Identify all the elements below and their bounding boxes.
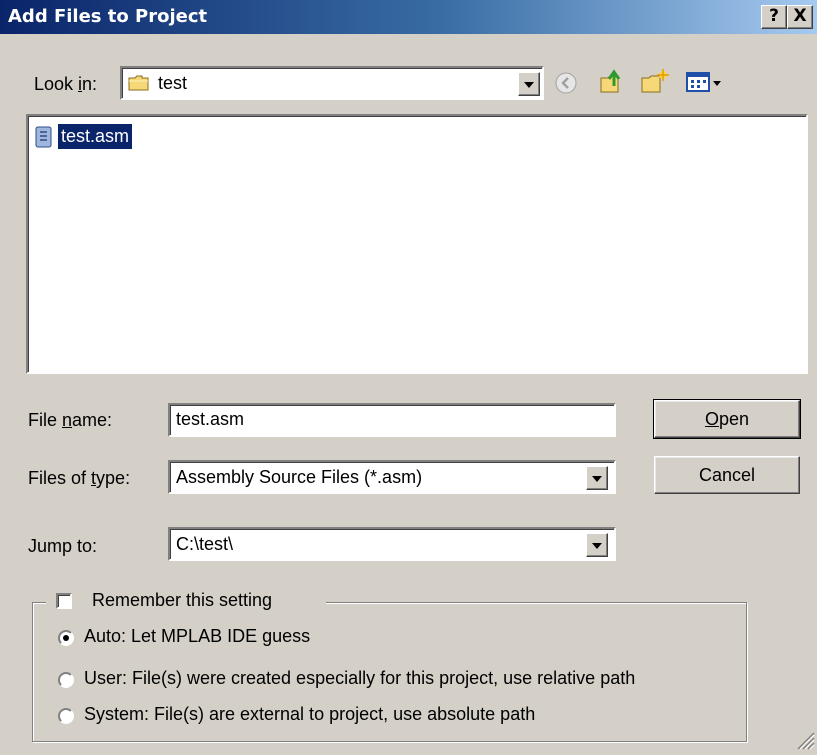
radio-user[interactable]	[58, 672, 74, 688]
jump-to-value: C:\test\	[176, 534, 234, 554]
radio-system-label: System: File(s) are external to project,…	[84, 704, 536, 724]
remember-setting-checkbox-box[interactable]	[56, 593, 72, 609]
up-folder-icon[interactable]	[598, 68, 626, 96]
file-name-value: test.asm	[176, 409, 245, 429]
window-title: Add Files to Project	[8, 6, 208, 27]
look-in-value: test	[158, 73, 188, 93]
help-button[interactable]: ?	[761, 5, 787, 29]
jump-to-label: Jump to:	[28, 536, 98, 556]
radio-option-system[interactable]: System: File(s) are external to project,…	[58, 704, 738, 730]
folder-icon	[128, 74, 150, 92]
remember-setting-text: Remember this setting	[92, 590, 273, 610]
jump-to-combo[interactable]: C:\test\	[168, 527, 616, 561]
view-menu-icon[interactable]	[686, 70, 722, 94]
file-list[interactable]: test.asm	[26, 114, 808, 374]
radio-user-label: User: File(s) were created especially fo…	[84, 668, 636, 688]
title-bar[interactable]: Add Files to Project ? X	[0, 0, 817, 34]
close-button[interactable]: X	[787, 5, 813, 29]
radio-option-user[interactable]: User: File(s) were created especially fo…	[58, 668, 738, 694]
asm-file-icon	[34, 126, 54, 148]
cancel-button[interactable]: Cancel	[654, 456, 800, 494]
file-name-input[interactable]: test.asm	[168, 403, 616, 437]
look-in-dropdown-button[interactable]	[518, 72, 540, 96]
files-of-type-dropdown-button[interactable]	[586, 466, 608, 490]
file-name-selected[interactable]: test.asm	[56, 123, 134, 150]
radio-auto[interactable]	[58, 630, 74, 646]
look-in-combo[interactable]: test	[120, 66, 544, 100]
resize-grip-icon[interactable]	[793, 728, 815, 750]
jump-to-dropdown-button[interactable]	[586, 533, 608, 557]
radio-option-auto[interactable]: Auto: Let MPLAB IDE guess	[58, 626, 738, 652]
radio-auto-label: Auto: Let MPLAB IDE guess	[84, 626, 311, 646]
open-button[interactable]: Open	[653, 399, 801, 439]
radio-system[interactable]	[58, 708, 74, 724]
new-folder-icon[interactable]	[640, 68, 670, 96]
files-of-type-combo[interactable]: Assembly Source Files (*.asm)	[168, 460, 616, 494]
back-icon[interactable]	[554, 71, 578, 95]
files-of-type-value: Assembly Source Files (*.asm)	[176, 467, 423, 487]
files-of-type-label: Files of type:	[28, 468, 131, 488]
look-in-label: Look in:	[34, 74, 98, 94]
file-name-label: File name:	[28, 410, 113, 430]
